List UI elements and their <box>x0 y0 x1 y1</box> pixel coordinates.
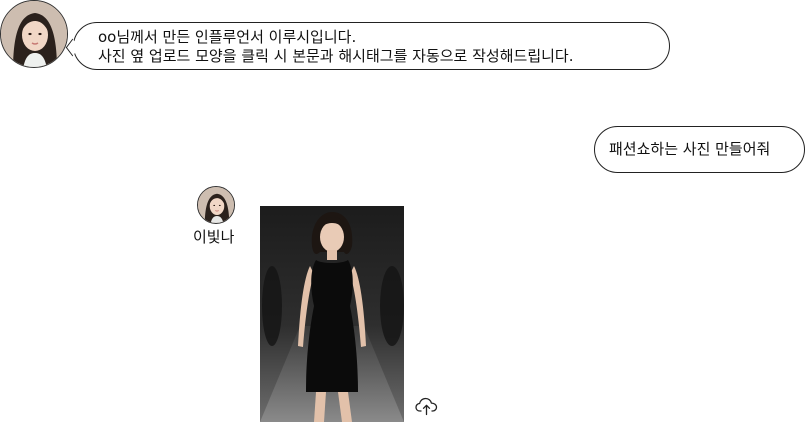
influencer-avatar <box>0 0 68 68</box>
intro-line-1: oo님께서 만든 인플루언서 이루시입니다. <box>98 28 357 46</box>
fashion-show-image <box>260 206 404 422</box>
persona-portrait-image <box>198 187 234 223</box>
cloud-upload-glyph <box>415 397 438 416</box>
cloud-upload-icon[interactable] <box>415 396 439 416</box>
persona-name: 이빛나 <box>193 228 235 246</box>
intro-message-bubble: oo님께서 만든 인플루언서 이루시입니다. 사진 옆 업로드 모양을 클릭 시… <box>73 22 670 70</box>
influencer-portrait-image <box>1 1 67 67</box>
intro-line-2: 사진 옆 업로드 모양을 클릭 시 본문과 해시태그를 자동으로 작성해드립니다… <box>98 47 574 65</box>
chat-page: oo님께서 만든 인플루언서 이루시입니다. 사진 옆 업로드 모양을 클릭 시… <box>0 0 807 428</box>
persona-avatar <box>197 186 235 224</box>
fashion-show-photo[interactable] <box>260 206 404 422</box>
user-message-bubble: 패션쇼하는 사진 만들어줘 <box>594 126 805 173</box>
